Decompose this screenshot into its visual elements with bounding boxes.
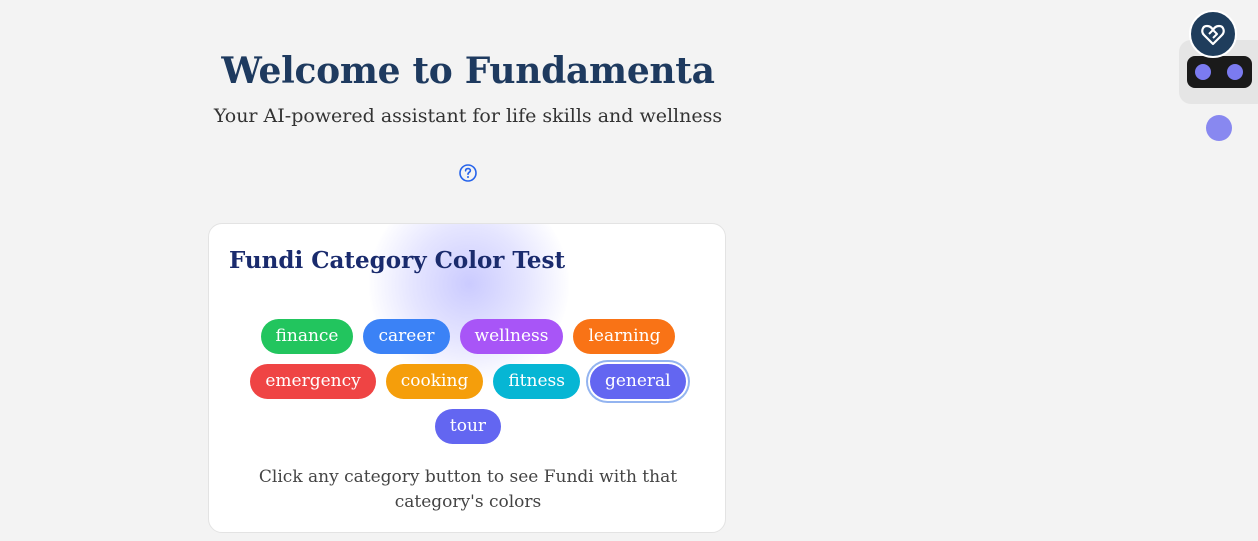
page-subtitle: Your AI-powered assistant for life skill… <box>213 105 723 127</box>
fundi-status-dot[interactable] <box>1206 115 1232 141</box>
page-title: Welcome to Fundamenta <box>221 50 715 92</box>
card-title: Fundi Category Color Test <box>229 247 566 274</box>
heart-hands-logo-icon[interactable] <box>1189 10 1237 58</box>
category-button-finance[interactable]: finance <box>260 319 354 354</box>
robot-right-eye <box>1227 64 1243 80</box>
category-button-emergency[interactable]: emergency <box>250 364 376 399</box>
category-button-cooking[interactable]: cooking <box>385 364 484 399</box>
category-button-fitness[interactable]: fitness <box>493 364 580 399</box>
fundi-robot-face[interactable] <box>1187 56 1252 88</box>
category-button-tour[interactable]: tour <box>434 409 502 444</box>
category-button-learning[interactable]: learning <box>573 319 676 354</box>
category-button-wellness[interactable]: wellness <box>459 319 564 354</box>
page: Welcome to Fundamenta Your AI-powered as… <box>0 0 1258 541</box>
category-button-career[interactable]: career <box>363 319 450 354</box>
card-caption: Click any category button to see Fundi w… <box>258 467 678 512</box>
robot-left-eye <box>1195 64 1211 80</box>
question-circle-icon[interactable] <box>458 163 478 183</box>
category-buttons: finance career wellness learning emergen… <box>239 319 697 444</box>
category-color-test-card: Fundi Category Color Test finance career… <box>208 223 726 533</box>
category-button-general[interactable]: general <box>589 364 686 399</box>
hero: Welcome to Fundamenta Your AI-powered as… <box>208 46 728 130</box>
